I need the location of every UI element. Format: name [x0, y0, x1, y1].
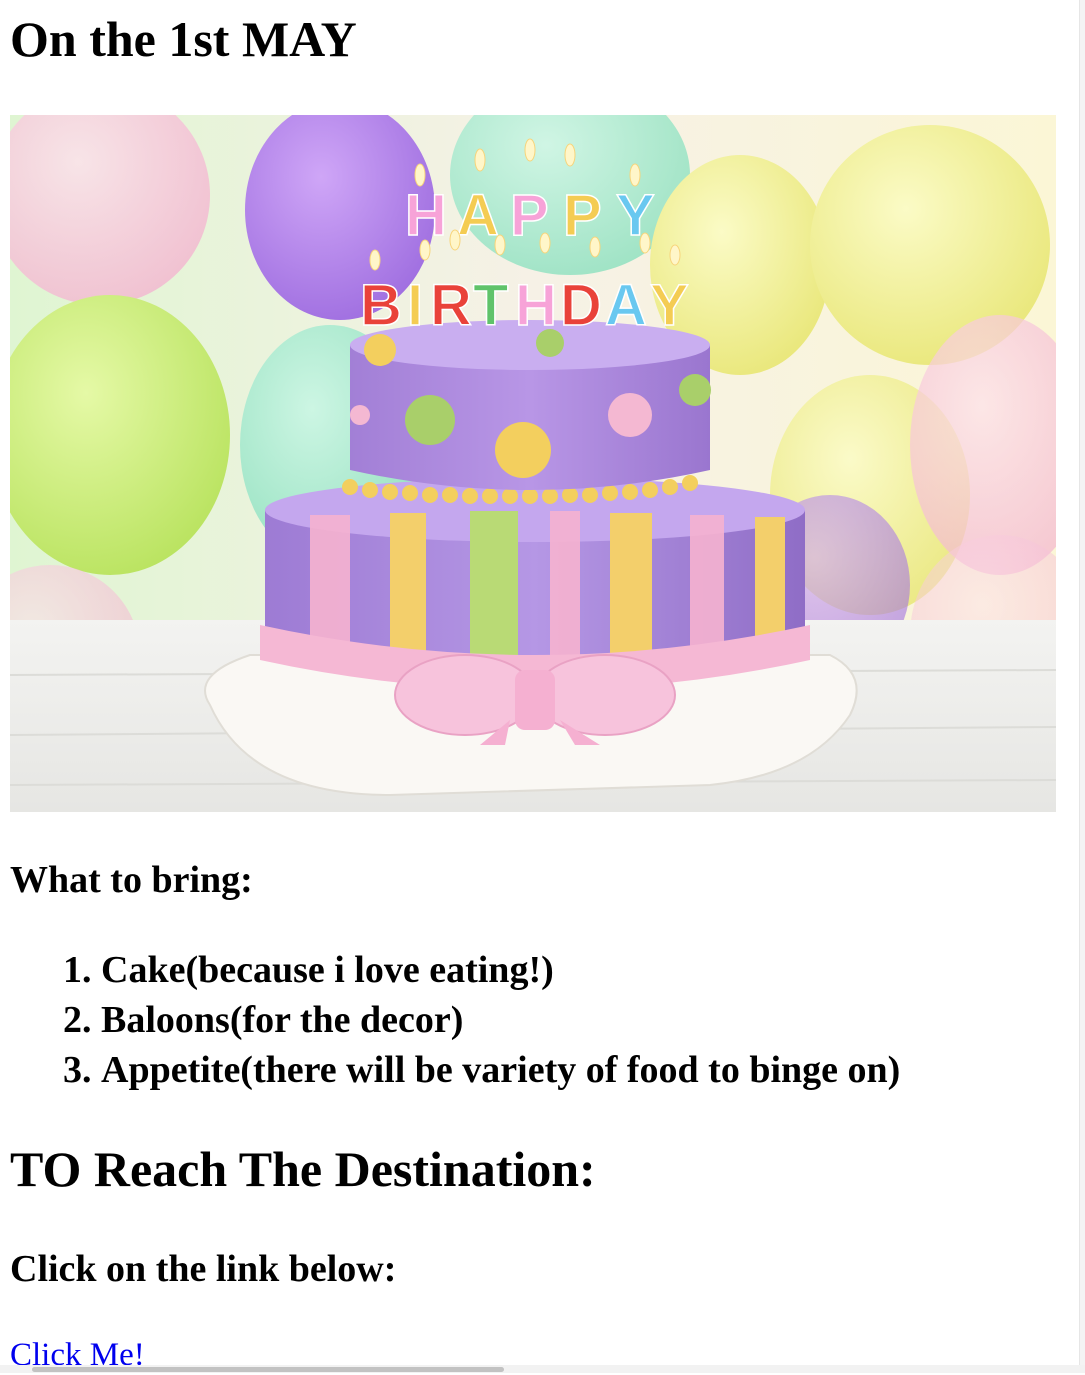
vertical-scrollbar[interactable] — [1079, 0, 1085, 1365]
svg-text:A: A — [457, 183, 499, 248]
destination-heading: TO Reach The Destination: — [10, 1141, 596, 1197]
svg-text:B: B — [360, 273, 402, 338]
svg-text:T: T — [473, 273, 508, 338]
list-item: Appetite(there will be variety of food t… — [101, 1045, 900, 1095]
birthday-cake-image: H A P P Y B I R T H D A Y — [10, 115, 1056, 812]
svg-text:I: I — [407, 273, 423, 338]
bring-list: Cake(because i love eating!) Baloons(for… — [58, 945, 900, 1095]
svg-text:R: R — [430, 273, 472, 338]
svg-text:D: D — [560, 273, 602, 338]
link-instruction-heading: Click on the link below: — [10, 1248, 397, 1290]
list-item: Baloons(for the decor) — [101, 995, 900, 1045]
svg-text:H: H — [515, 273, 557, 338]
page-title: On the 1st MAY — [10, 11, 357, 67]
list-item: Cake(because i love eating!) — [101, 945, 900, 995]
svg-text:A: A — [605, 273, 647, 338]
svg-text:H: H — [405, 183, 447, 248]
horizontal-scrollbar-thumb[interactable] — [32, 1367, 504, 1372]
horizontal-scrollbar[interactable] — [0, 1365, 1085, 1373]
what-to-bring-heading: What to bring: — [10, 859, 253, 901]
svg-text:Y: Y — [650, 273, 689, 338]
